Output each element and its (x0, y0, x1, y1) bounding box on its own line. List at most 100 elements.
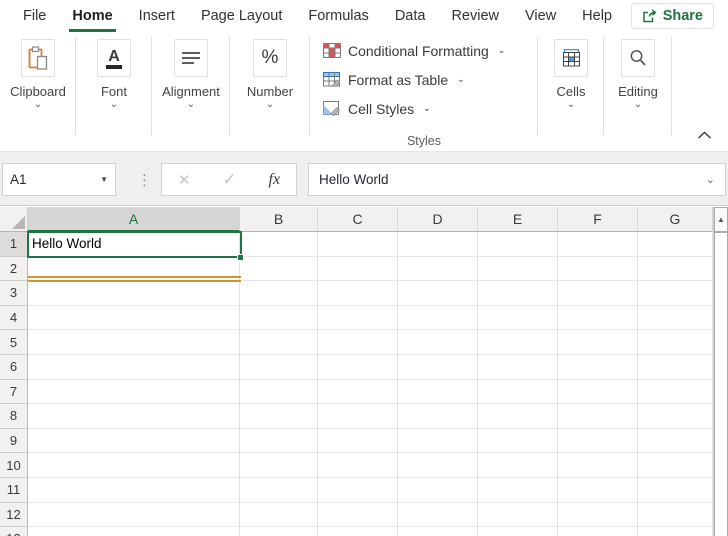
grid-cell-A13[interactable] (28, 527, 240, 536)
cells-button[interactable] (554, 39, 588, 77)
alignment-button[interactable] (174, 39, 208, 77)
grid-cell-C11[interactable] (318, 478, 398, 503)
row-header-5[interactable]: 5 (0, 330, 28, 355)
column-header-G[interactable]: G (638, 207, 713, 232)
grid-cell-A2[interactable] (28, 257, 240, 282)
grid-cell-G2[interactable] (638, 257, 713, 282)
grid-cell-D9[interactable] (398, 429, 478, 454)
grid-cell-B11[interactable] (240, 478, 318, 503)
grid-cell-G6[interactable] (638, 355, 713, 380)
row-header-4[interactable]: 4 (0, 306, 28, 331)
chevron-down-icon[interactable]: ⌄ (567, 100, 575, 110)
grid-cell-A4[interactable] (28, 306, 240, 331)
grid-cell-E1[interactable] (478, 232, 558, 257)
column-header-C[interactable]: C (318, 207, 398, 232)
tab-data[interactable]: Data (382, 0, 439, 32)
grid-cell-C4[interactable] (318, 306, 398, 331)
name-box[interactable]: A1 ▼ (2, 163, 116, 196)
grid-cell-A1[interactable]: Hello World (28, 232, 240, 257)
collapse-ribbon-icon[interactable] (697, 127, 712, 145)
row-header-7[interactable]: 7 (0, 380, 28, 405)
tab-help[interactable]: Help (569, 0, 625, 32)
chevron-down-icon[interactable]: ▼ (100, 175, 108, 184)
grid-cell-A9[interactable] (28, 429, 240, 454)
row-header-8[interactable]: 8 (0, 404, 28, 429)
grid-cell-E4[interactable] (478, 306, 558, 331)
grid-cell-A10[interactable] (28, 453, 240, 478)
grid-cell-E12[interactable] (478, 503, 558, 528)
grid-cell-E10[interactable] (478, 453, 558, 478)
share-button[interactable]: Share (631, 3, 714, 29)
column-header-E[interactable]: E (478, 207, 558, 232)
grid-cell-B8[interactable] (240, 404, 318, 429)
column-header-A[interactable]: A (28, 207, 240, 232)
grid-cell-G10[interactable] (638, 453, 713, 478)
grid-cell-G8[interactable] (638, 404, 713, 429)
grid-cell-E2[interactable] (478, 257, 558, 282)
grid-cell-B13[interactable] (240, 527, 318, 536)
grid-cell-B6[interactable] (240, 355, 318, 380)
tab-view[interactable]: View (512, 0, 569, 32)
grid-cell-F9[interactable] (558, 429, 638, 454)
chevron-down-icon[interactable]: ⌄ (110, 100, 118, 110)
grid-cell-E9[interactable] (478, 429, 558, 454)
grid-cell-D12[interactable] (398, 503, 478, 528)
grid-cell-A12[interactable] (28, 503, 240, 528)
grid-cell-G13[interactable] (638, 527, 713, 536)
grid-cell-C7[interactable] (318, 380, 398, 405)
grid-cell-C5[interactable] (318, 330, 398, 355)
grid-cell-B12[interactable] (240, 503, 318, 528)
row-header-13[interactable]: 13 (0, 527, 28, 536)
cell-styles-button[interactable]: Cell Styles ⌄ (323, 94, 431, 123)
grid-cell-F8[interactable] (558, 404, 638, 429)
grid-cell-F13[interactable] (558, 527, 638, 536)
grid-cell-A5[interactable] (28, 330, 240, 355)
vertical-scrollbar[interactable]: ▲ (713, 207, 728, 536)
grid-cell-D5[interactable] (398, 330, 478, 355)
column-header-D[interactable]: D (398, 207, 478, 232)
row-header-10[interactable]: 10 (0, 453, 28, 478)
grid-cell-F7[interactable] (558, 380, 638, 405)
grid-cell-G7[interactable] (638, 380, 713, 405)
tab-page-layout[interactable]: Page Layout (188, 0, 295, 32)
grid-cell-D4[interactable] (398, 306, 478, 331)
row-header-6[interactable]: 6 (0, 355, 28, 380)
grid-cell-G4[interactable] (638, 306, 713, 331)
grid-cell-B3[interactable] (240, 281, 318, 306)
grid-cell-C2[interactable] (318, 257, 398, 282)
scrollbar-thumb[interactable] (714, 232, 728, 536)
grid-cell-E7[interactable] (478, 380, 558, 405)
row-header-12[interactable]: 12 (0, 503, 28, 528)
grid-cell-B10[interactable] (240, 453, 318, 478)
chevron-down-icon[interactable]: ⌄ (187, 100, 195, 110)
grid-cell-C1[interactable] (318, 232, 398, 257)
grid-cell-C3[interactable] (318, 281, 398, 306)
select-all-button[interactable] (0, 207, 28, 232)
grid-cell-C10[interactable] (318, 453, 398, 478)
enter-icon[interactable]: ✓ (222, 170, 236, 190)
grid-cell-D11[interactable] (398, 478, 478, 503)
grid-cell-A8[interactable] (28, 404, 240, 429)
editing-button[interactable] (621, 39, 655, 77)
grid-cell-F11[interactable] (558, 478, 638, 503)
grid-cell-D6[interactable] (398, 355, 478, 380)
grid-cell-C12[interactable] (318, 503, 398, 528)
row-header-3[interactable]: 3 (0, 281, 28, 306)
grid-cell-G12[interactable] (638, 503, 713, 528)
grid-cell-F1[interactable] (558, 232, 638, 257)
grid-cell-F3[interactable] (558, 281, 638, 306)
grid-cell-D7[interactable] (398, 380, 478, 405)
column-header-F[interactable]: F (558, 207, 638, 232)
grid-cell-D2[interactable] (398, 257, 478, 282)
clipboard-button[interactable] (21, 39, 55, 77)
grid-cell-E3[interactable] (478, 281, 558, 306)
grid-cell-A3[interactable] (28, 281, 240, 306)
grid-cell-B9[interactable] (240, 429, 318, 454)
insert-function-icon[interactable]: fx (269, 171, 281, 189)
row-header-2[interactable]: 2 (0, 257, 28, 282)
grid-cell-G9[interactable] (638, 429, 713, 454)
grid-cell-A11[interactable] (28, 478, 240, 503)
tab-home[interactable]: Home (59, 0, 125, 32)
number-button[interactable]: % (253, 39, 287, 77)
grid-cell-G11[interactable] (638, 478, 713, 503)
